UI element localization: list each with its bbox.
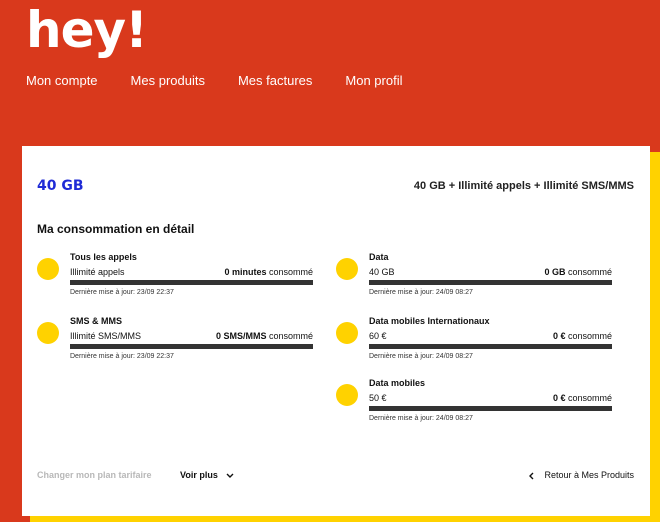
usage-title: Data mobiles (369, 378, 426, 388)
plan-size: 40 GB (37, 178, 84, 194)
nav-mon-profil[interactable]: Mon profil (345, 73, 402, 88)
usage-progress-bar (369, 280, 612, 285)
usage-dot-icon (336, 258, 358, 280)
usage-consumed: 0 minutes consommé (224, 267, 313, 277)
usage-consumed: 0 SMS/MMS consommé (215, 331, 313, 341)
consumption-card: 40 GB 40 GB + Illimité appels + Illimité… (22, 146, 650, 516)
usage-progress-bar (369, 406, 612, 411)
usage-title: SMS & MMS (70, 316, 123, 326)
usage-updated: Dernière mise à jour: 24/09 08:27 (369, 353, 473, 360)
usage-allowance: 40 GB (369, 267, 395, 277)
usage-title: Tous les appels (70, 252, 137, 262)
usage-consumed: 0 € consommé (552, 331, 612, 341)
voir-plus-label: Voir plus (180, 470, 218, 480)
usage-title: Data (369, 252, 389, 262)
usage-progress-bar (70, 280, 313, 285)
chevron-left-icon (528, 470, 537, 480)
plan-description: 40 GB + Illimité appels + Illimité SMS/M… (413, 180, 634, 192)
main-nav: Mon compte Mes produits Mes factures Mon… (26, 73, 435, 88)
back-to-products-link[interactable]: Retour à Mes Produits (528, 470, 634, 480)
usage-dot-icon (37, 258, 59, 280)
usage-consumed: 0 GB consommé (544, 267, 612, 277)
usage-updated: Dernière mise à jour: 23/09 22:37 (70, 353, 174, 360)
usage-updated: Dernière mise à jour: 23/09 22:37 (70, 289, 174, 296)
hey-logo[interactable]: hey! (26, 0, 148, 60)
chevron-down-icon (224, 470, 235, 480)
usage-updated: Dernière mise à jour: 24/09 08:27 (369, 289, 473, 296)
usage-updated: Dernière mise à jour: 24/09 08:27 (369, 415, 473, 422)
usage-title: Data mobiles Internationaux (369, 316, 490, 326)
usage-progress-bar (70, 344, 313, 349)
voir-plus-button[interactable]: Voir plus (180, 470, 234, 480)
retour-label: Retour à Mes Produits (544, 470, 634, 480)
usage-allowance: Illimité SMS/MMS (70, 331, 142, 341)
nav-mes-factures[interactable]: Mes factures (238, 73, 312, 88)
usage-progress-bar (369, 344, 612, 349)
nav-mes-produits[interactable]: Mes produits (131, 73, 205, 88)
usage-dot-icon (37, 322, 59, 344)
usage-dot-icon (336, 322, 358, 344)
nav-mon-compte[interactable]: Mon compte (26, 73, 98, 88)
usage-allowance: Illimité appels (70, 267, 125, 277)
change-plan-link[interactable]: Changer mon plan tarifaire (37, 470, 152, 480)
section-title: Ma consommation en détail (37, 222, 195, 236)
usage-allowance: 60 € (369, 331, 387, 341)
usage-allowance: 50 € (369, 393, 387, 403)
usage-consumed: 0 € consommé (552, 393, 612, 403)
usage-dot-icon (336, 384, 358, 406)
